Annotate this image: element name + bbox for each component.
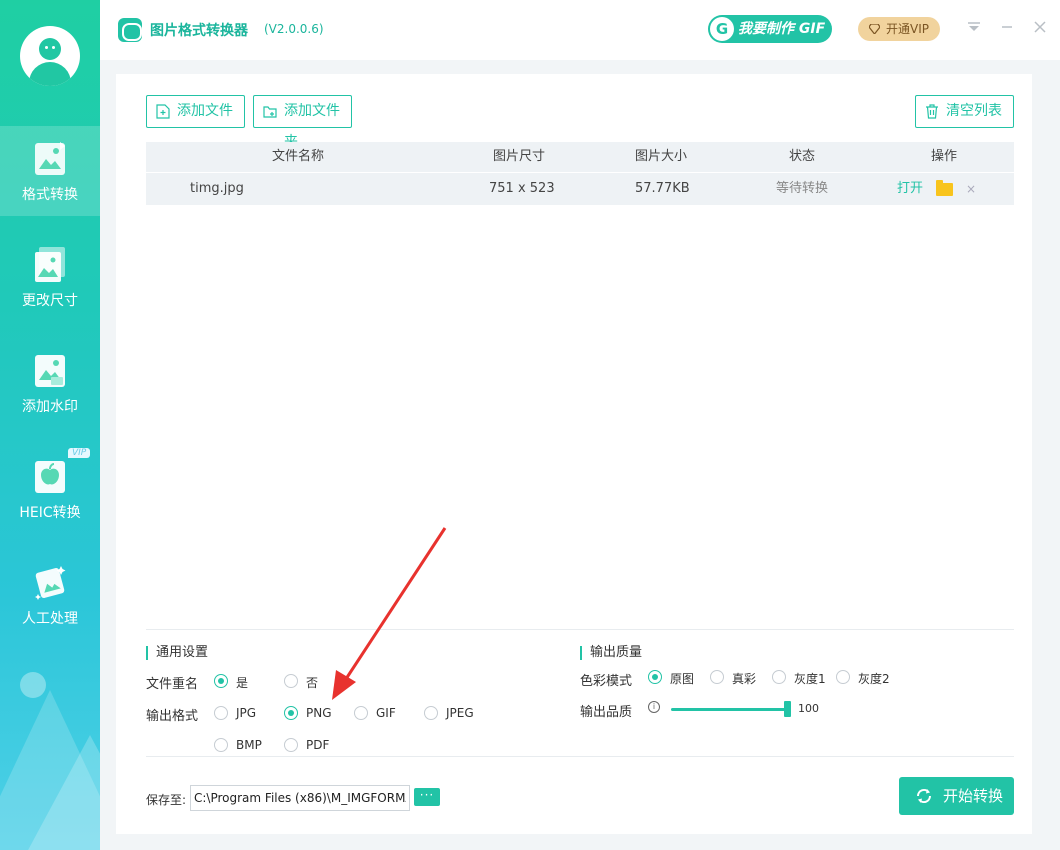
output-format-label: 输出格式: [146, 709, 199, 724]
close-icon[interactable]: [1030, 18, 1050, 38]
output-quality-label: 输出品质: [580, 705, 633, 720]
rename-label: 文件重名: [146, 677, 199, 692]
open-vip-button[interactable]: 开通VIP: [858, 17, 940, 41]
add-file-button[interactable]: 添加文件: [146, 95, 245, 128]
sidebar-item-watermark[interactable]: 添加水印: [0, 338, 100, 428]
title-bar: 图片格式转换器 (V2.0.0.6) G 我要制作 GIF 开通VIP: [100, 0, 1060, 60]
file-status: 等待转换: [776, 181, 829, 196]
trash-icon: [926, 104, 938, 119]
add-folder-icon: [263, 106, 277, 118]
table-row[interactable]: timg.jpg 751 x 523 57.77KB 等待转换 打开 ×: [146, 173, 1014, 205]
file-name: timg.jpg: [190, 181, 244, 196]
remove-row-icon[interactable]: ×: [966, 173, 976, 205]
image-convert-icon: [35, 142, 65, 175]
format-bmp-label: BMP: [236, 738, 262, 752]
color-gray2-radio[interactable]: [836, 670, 850, 684]
rename-no-label: 否: [306, 676, 319, 690]
vip-badge: VIP: [68, 448, 91, 458]
output-quality-title: 输出质量: [580, 646, 642, 660]
rename-no-radio[interactable]: [284, 674, 298, 688]
clear-list-button[interactable]: 清空列表: [915, 95, 1014, 128]
open-vip-label: 开通VIP: [886, 22, 929, 36]
manual-process-icon: [35, 566, 66, 600]
sidebar-item-label: HEIC转换: [19, 505, 81, 521]
sidebar: 格式转换 更改尺寸 添加水印 VIP HEIC转换 人工处理: [0, 0, 100, 850]
color-gray2-label: 灰度2: [858, 672, 890, 686]
column-header-name: 文件名称: [272, 149, 325, 164]
format-bmp-radio[interactable]: [214, 738, 228, 752]
sidebar-item-label: 更改尺寸: [22, 293, 78, 309]
sidebar-item-heic[interactable]: VIP HEIC转换: [0, 444, 100, 534]
sidebar-item-label: 添加水印: [22, 399, 78, 415]
sidebar-item-resize[interactable]: 更改尺寸: [0, 232, 100, 322]
avatar-body: [29, 62, 71, 86]
general-settings-title: 通用设置: [146, 646, 208, 660]
start-convert-button[interactable]: 开始转换: [899, 777, 1014, 815]
color-truecolor-radio[interactable]: [710, 670, 724, 684]
color-gray1-radio[interactable]: [772, 670, 786, 684]
column-header-actions: 操作: [931, 149, 958, 164]
menu-icon[interactable]: [964, 18, 984, 38]
make-gif-button[interactable]: G 我要制作 GIF: [708, 15, 832, 43]
annotation-arrow-icon: [332, 527, 447, 700]
resize-icon: [35, 247, 65, 282]
app-title: 图片格式转换器: [150, 23, 248, 39]
color-gray1-label: 灰度1: [794, 672, 826, 686]
save-path-input[interactable]: [190, 785, 410, 811]
format-pdf-radio[interactable]: [284, 738, 298, 752]
footer-divider: [146, 756, 1014, 757]
column-header-dimensions: 图片尺寸: [493, 149, 546, 164]
refresh-icon: [916, 788, 932, 804]
color-original-radio[interactable]: [648, 670, 662, 684]
start-convert-label: 开始转换: [943, 787, 1004, 805]
info-icon[interactable]: i: [648, 701, 660, 713]
add-file-icon: [156, 104, 170, 119]
decor-mountain: [20, 735, 100, 850]
settings-divider: [146, 629, 1014, 630]
sidebar-item-manual[interactable]: 人工处理: [0, 550, 100, 640]
format-jpeg-label: JPEG: [446, 706, 474, 720]
add-folder-button[interactable]: 添加文件夹: [253, 95, 352, 150]
diamond-icon: [869, 24, 880, 34]
color-truecolor-label: 真彩: [732, 672, 757, 686]
rename-yes-radio[interactable]: [214, 674, 228, 688]
watermark-icon: [35, 355, 65, 387]
color-mode-label: 色彩模式: [580, 674, 633, 689]
file-dimensions: 751 x 523: [489, 181, 555, 196]
column-header-status: 状态: [789, 149, 816, 164]
format-pdf-label: PDF: [306, 738, 330, 752]
quality-slider-thumb[interactable]: [784, 701, 791, 717]
clear-list-label: 清空列表: [946, 103, 1002, 119]
avatar[interactable]: [20, 26, 80, 86]
sidebar-item-label: 格式转换: [22, 187, 78, 203]
gif-logo-icon: G: [710, 17, 734, 41]
app-version: (V2.0.0.6): [264, 22, 324, 36]
format-png-radio[interactable]: [284, 706, 298, 720]
main-panel: 添加文件 添加文件夹 清空列表 文件名称 图片尺寸 图片大小 状态 操作 tim…: [116, 74, 1032, 834]
rename-yes-label: 是: [236, 676, 249, 690]
heic-icon: [35, 461, 65, 493]
browse-button[interactable]: ···: [414, 788, 440, 806]
file-size: 57.77KB: [635, 181, 690, 196]
app-logo-icon: [118, 18, 142, 42]
quality-slider-track[interactable]: [671, 708, 791, 711]
file-table-header: 文件名称 图片尺寸 图片大小 状态 操作: [146, 142, 1014, 172]
format-jpg-radio[interactable]: [214, 706, 228, 720]
make-gif-label: 我要制作 GIF: [738, 21, 826, 37]
format-jpg-label: JPG: [236, 706, 257, 720]
sidebar-item-label: 人工处理: [22, 611, 78, 627]
avatar-head: [39, 38, 61, 60]
color-original-label: 原图: [670, 672, 695, 686]
add-file-label: 添加文件: [177, 103, 233, 119]
sidebar-item-format-convert[interactable]: 格式转换: [0, 126, 100, 216]
column-header-filesize: 图片大小: [635, 149, 688, 164]
minimize-icon[interactable]: [997, 18, 1017, 38]
open-file-link[interactable]: 打开: [897, 173, 923, 205]
folder-icon[interactable]: [936, 180, 953, 196]
quality-value: 100: [798, 702, 819, 715]
save-to-label: 保存至:: [146, 793, 187, 807]
